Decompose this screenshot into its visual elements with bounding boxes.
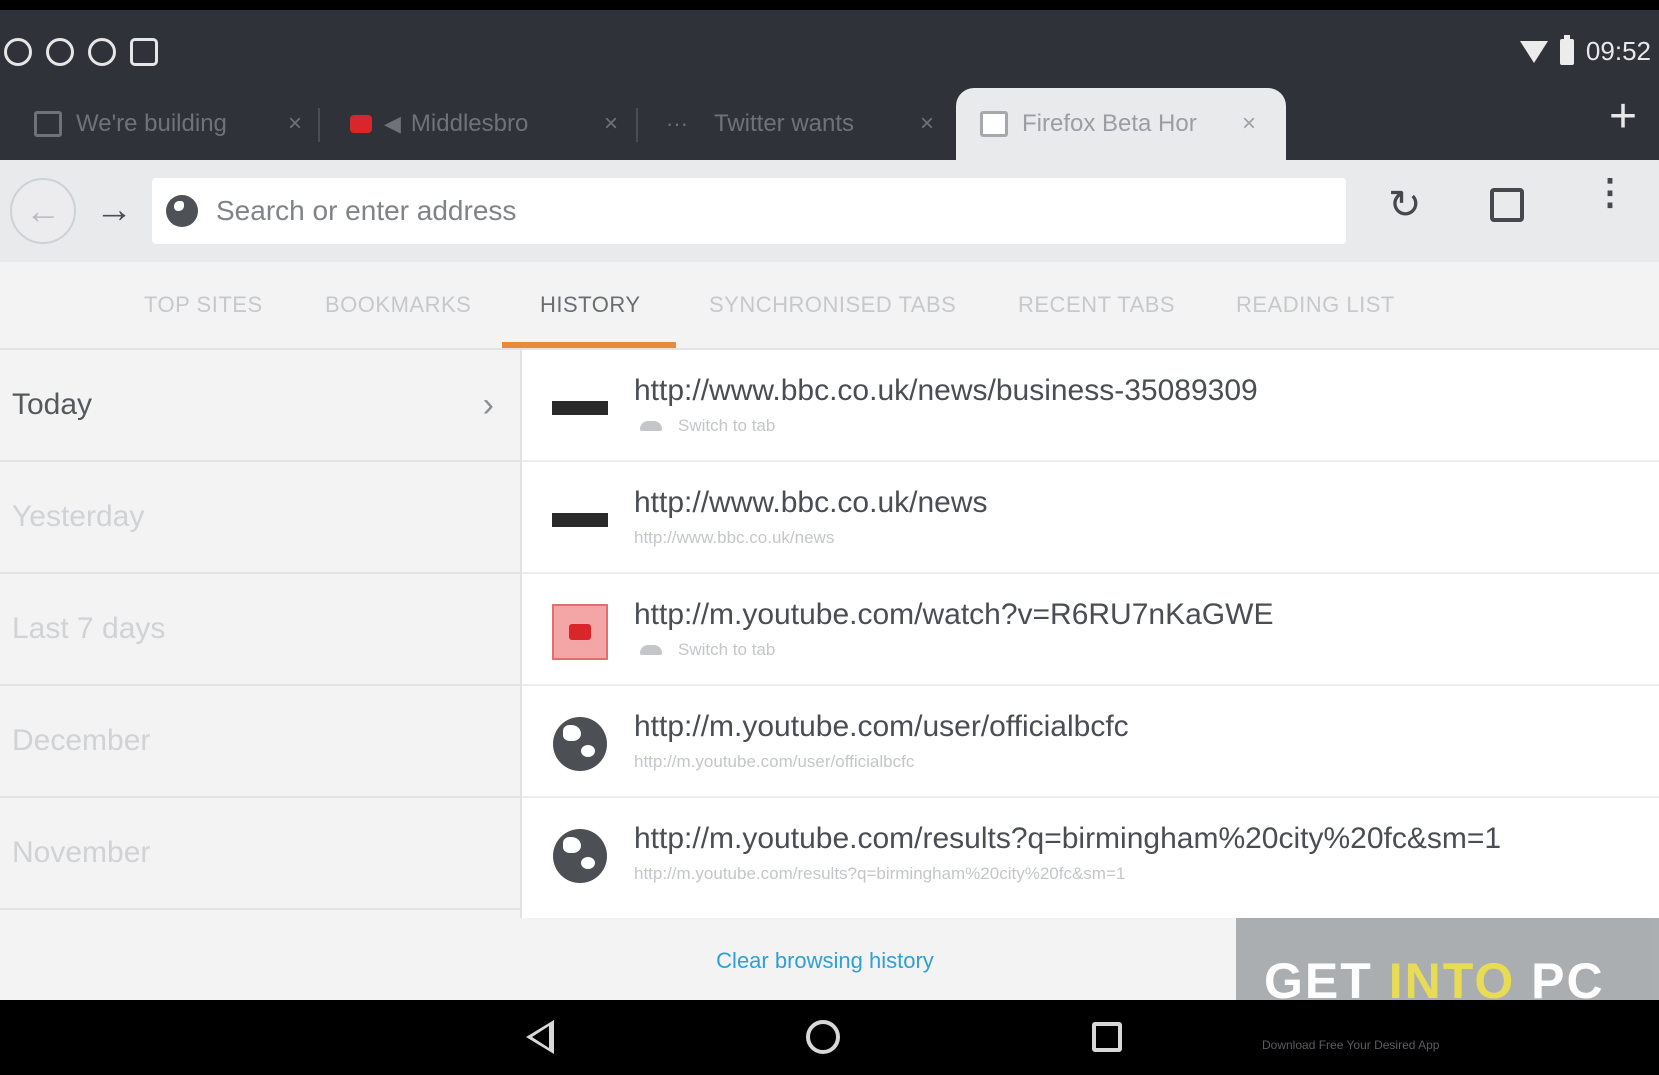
nav-home-icon[interactable] (806, 1020, 840, 1054)
menu-button[interactable]: ⋮ (1592, 174, 1628, 210)
history-subtitle: Switch to tab (634, 416, 775, 436)
switch-to-tab-label: Switch to tab (678, 416, 776, 435)
browser-tab-2-label: Middlesbro (410, 110, 529, 137)
status-right: 09:52 (1519, 34, 1651, 67)
history-item[interactable]: http://m.youtube.com/results?q=birmingha… (522, 798, 1659, 910)
globe-icon (166, 195, 198, 227)
tab-divider (318, 108, 320, 142)
close-tab-icon[interactable]: × (1242, 110, 1256, 138)
range-today[interactable]: Today › (0, 350, 520, 462)
cloud-tab-icon (640, 645, 662, 655)
close-tab-icon[interactable]: × (920, 110, 934, 138)
screen: 09:52 We're building × ◀ Middlesbro × ··… (0, 0, 1659, 1075)
range-december[interactable]: December (0, 686, 520, 798)
history-subtitle: Switch to tab (634, 640, 775, 660)
new-tab-button[interactable]: + (1609, 92, 1637, 142)
range-label: November (12, 836, 151, 869)
history-item[interactable]: http://www.bbc.co.uk/news http://www.bbc… (522, 462, 1659, 574)
bbc-icon (552, 380, 608, 436)
android-nav-bar: Download Free Your Desired App (0, 1000, 1659, 1075)
youtube-icon (350, 115, 372, 133)
tab-recent-tabs[interactable]: RECENT TABS (1018, 292, 1175, 318)
history-item[interactable]: http://m.youtube.com/user/officialbcfc h… (522, 686, 1659, 798)
range-label: December (12, 724, 151, 757)
browser-toolbar: ← → Search or enter address ↻ ⋮ (0, 160, 1659, 262)
tabs-button[interactable] (1490, 188, 1524, 222)
switch-to-tab-label: Switch to tab (678, 640, 776, 659)
tab-bookmarks[interactable]: BOOKMARKS (325, 292, 471, 318)
history-subtitle: http://www.bbc.co.uk/news (634, 528, 835, 547)
battery-icon (1559, 34, 1574, 65)
range-last-7-days[interactable]: Last 7 days (0, 574, 520, 686)
notification-icon-4 (130, 38, 158, 66)
nav-recents-icon[interactable] (1092, 1022, 1122, 1052)
forward-button[interactable]: → (92, 180, 136, 240)
tab-reading-list[interactable]: READING LIST (1236, 292, 1395, 318)
history-url: http://www.bbc.co.uk/news/business-35089… (634, 374, 1258, 407)
wifi-icon (1519, 40, 1548, 63)
browser-tab-3[interactable]: ··· Twitter wants × (666, 88, 934, 160)
history-url: http://m.youtube.com/user/officialbcfc (634, 710, 1129, 743)
history-url: http://m.youtube.com/results?q=birmingha… (634, 822, 1502, 855)
home-panel-tabs: TOP SITES BOOKMARKS HISTORY SYNCHRONISED… (0, 262, 1659, 350)
history-url: http://m.youtube.com/watch?v=R6RU7nKaGWE (634, 598, 1274, 631)
history-item[interactable]: http://m.youtube.com/watch?v=R6RU7nKaGWE… (522, 574, 1659, 686)
address-placeholder: Search or enter address (216, 195, 517, 226)
back-button[interactable]: ← (10, 178, 76, 244)
more-dots-icon: ··· (666, 111, 688, 136)
time-range-list: Today › Yesterday Last 7 days December N… (0, 350, 522, 918)
nav-back-icon[interactable] (526, 1020, 554, 1054)
bbc-icon (552, 492, 608, 548)
reload-button[interactable]: ↻ (1388, 182, 1422, 228)
browser-tab-1[interactable]: We're building × (34, 88, 302, 160)
range-label: Last 7 days (12, 612, 166, 645)
chevron-right-icon: › (482, 385, 494, 424)
range-november[interactable]: November (0, 798, 520, 910)
tab-history[interactable]: HISTORY (540, 292, 641, 318)
active-tab-indicator (502, 342, 676, 348)
history-item[interactable]: http://www.bbc.co.uk/news/business-35089… (522, 350, 1659, 462)
notification-icon-1 (4, 38, 32, 66)
browser-tab-4-active[interactable]: Firefox Beta Hor × (956, 88, 1286, 160)
globe-icon (552, 828, 608, 884)
watermark-logo: GET INTO PC (1236, 918, 1659, 1000)
page-icon (980, 111, 1008, 137)
speaker-icon: ◀ (384, 111, 401, 136)
notification-icon-3 (88, 38, 116, 66)
youtube-icon (552, 604, 608, 660)
cloud-tab-icon (640, 421, 662, 431)
tab-top-sites[interactable]: TOP SITES (144, 292, 263, 318)
history-subtitle: http://m.youtube.com/results?q=birmingha… (634, 864, 1126, 883)
range-label: Today (12, 388, 93, 421)
tab-synchronised-tabs[interactable]: SYNCHRONISED TABS (709, 292, 956, 318)
browser-tab-3-label: Twitter wants (713, 110, 855, 137)
browser-tab-2[interactable]: ◀ Middlesbro × (350, 88, 618, 160)
history-subtitle: http://m.youtube.com/user/officialbcfc (634, 752, 915, 771)
browser-tabs: We're building × ◀ Middlesbro × ··· Twit… (0, 88, 1659, 160)
notification-icon-2 (46, 38, 74, 66)
page-icon (34, 111, 62, 137)
history-url: http://www.bbc.co.uk/news (634, 486, 988, 519)
top-border (0, 0, 1659, 10)
status-time: 09:52 (1585, 36, 1651, 66)
status-notification-icons (4, 38, 158, 66)
history-list: http://www.bbc.co.uk/news/business-35089… (522, 350, 1659, 918)
browser-tab-1-label: We're building (76, 110, 227, 137)
tab-divider (636, 108, 638, 142)
close-tab-icon[interactable]: × (288, 110, 302, 138)
range-yesterday[interactable]: Yesterday (0, 462, 520, 574)
range-label: Yesterday (12, 500, 145, 533)
browser-tab-4-label: Firefox Beta Hor (1022, 110, 1197, 137)
globe-icon (552, 716, 608, 772)
address-bar[interactable]: Search or enter address (152, 178, 1346, 244)
watermark-tagline: Download Free Your Desired App (1262, 1038, 1440, 1052)
close-tab-icon[interactable]: × (604, 110, 618, 138)
